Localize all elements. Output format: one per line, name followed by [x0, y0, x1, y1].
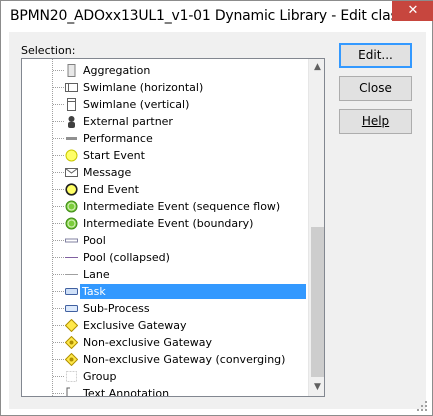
group-icon	[66, 371, 77, 382]
close-window-button[interactable]: ✕	[392, 1, 433, 21]
dialog-window: BPMN20_ADOxx13UL1_v1-01 Dynamic Library …	[0, 0, 433, 416]
pool-collapsed-icon	[65, 257, 78, 258]
tree-connector-branch	[53, 189, 64, 190]
help-button[interactable]: Help	[339, 109, 412, 134]
end-event-icon	[65, 183, 78, 196]
dialog-client-area: Selection: Aggregation Swimlane (horizont…	[9, 32, 426, 409]
tree-connector-branch	[53, 342, 64, 343]
tree-connector-branch	[53, 274, 64, 275]
list-item-label: Exclusive Gateway	[83, 319, 187, 332]
tree-connector-branch	[53, 87, 64, 88]
scrollbar-thumb[interactable]	[311, 227, 324, 377]
list-item-label: Swimlane (vertical)	[83, 98, 190, 111]
text-annotation-icon	[66, 387, 70, 396]
list-item-label: Start Event	[83, 149, 145, 162]
task-icon	[65, 288, 78, 295]
help-button-label: Help	[361, 114, 390, 128]
class-tree-list[interactable]: Aggregation Swimlane (horizontal) Swimlane…	[21, 58, 325, 397]
tree-connector-branch	[53, 359, 64, 360]
list-item[interactable]: Sub-Process	[22, 300, 306, 317]
tree-connector-branch	[53, 138, 64, 139]
tree-connector-branch	[53, 376, 64, 377]
selection-label: Selection:	[21, 44, 76, 57]
sub-process-icon	[65, 305, 78, 312]
tree-connector-branch	[53, 257, 64, 258]
list-item[interactable]: Start Event	[22, 147, 306, 164]
list-item-label: Non-exclusive Gateway	[83, 336, 213, 349]
list-item-label: Message	[83, 166, 132, 179]
list-item[interactable]: Aggregation	[22, 62, 306, 79]
swimlane-vertical-icon	[67, 98, 76, 111]
list-item[interactable]: Pool (collapsed)	[22, 249, 306, 266]
edit-button[interactable]: Edit...	[339, 43, 412, 68]
list-item[interactable]: Task	[22, 283, 306, 300]
list-item[interactable]: Lane	[22, 266, 306, 283]
close-button[interactable]: Close	[339, 76, 412, 101]
lane-icon	[65, 274, 78, 275]
list-item-label: Intermediate Event (boundary)	[83, 217, 254, 230]
tree-connector-branch	[53, 172, 64, 173]
title-bar[interactable]: BPMN20_ADOxx13UL1_v1-01 Dynamic Library …	[1, 1, 433, 32]
list-item-label: Non-exclusive Gateway (converging)	[83, 353, 286, 366]
resize-grip-icon[interactable]	[415, 399, 429, 413]
list-item[interactable]: End Event	[22, 181, 306, 198]
list-item[interactable]: Text Annotation	[22, 385, 306, 397]
list-item[interactable]: Non-exclusive Gateway (converging)	[22, 351, 306, 368]
tree-connector-branch	[53, 393, 64, 394]
performance-icon	[66, 137, 77, 140]
tree-connector-branch	[53, 104, 64, 105]
list-item[interactable]: Swimlane (horizontal)	[22, 79, 306, 96]
list-item-label: External partner	[83, 115, 173, 128]
scroll-up-arrow-icon[interactable]: ▲	[309, 59, 324, 76]
tree-connector-branch	[53, 240, 64, 241]
list-item-label: Performance	[83, 132, 153, 145]
window-title: BPMN20_ADOxx13UL1_v1-01 Dynamic Library …	[10, 8, 392, 24]
start-event-icon	[65, 149, 78, 162]
list-item-label: Pool (collapsed)	[83, 251, 170, 264]
list-item-label: Text Annotation	[83, 387, 170, 397]
message-icon	[65, 168, 78, 177]
tree-connector-branch	[53, 121, 64, 122]
list-item[interactable]: Performance	[22, 130, 306, 147]
intermediate-event-boundary-icon	[65, 217, 78, 230]
non-exclusive-gateway-icon	[65, 336, 78, 349]
tree-connector-branch	[53, 325, 64, 326]
list-item-label: Lane	[83, 268, 110, 281]
list-item-label: Group	[83, 370, 117, 383]
list-item-label: Intermediate Event (sequence flow)	[83, 200, 281, 213]
list-item[interactable]: Message	[22, 164, 306, 181]
vertical-scrollbar[interactable]: ▲ ▼	[308, 59, 324, 396]
list-item-label: Sub-Process	[83, 302, 150, 315]
tree-connector-branch	[53, 155, 64, 156]
list-item-label: Swimlane (horizontal)	[83, 81, 204, 94]
tree-rows: Aggregation Swimlane (horizontal) Swimlane…	[22, 62, 306, 397]
list-item[interactable]: Group	[22, 368, 306, 385]
swimlane-horizontal-icon	[65, 83, 78, 92]
scroll-down-arrow-icon[interactable]: ▼	[309, 379, 324, 396]
list-item[interactable]: External partner	[22, 113, 306, 130]
external-partner-icon	[68, 116, 75, 128]
pool-icon	[65, 238, 78, 243]
list-item-label: Task	[80, 284, 306, 299]
list-item[interactable]: Swimlane (vertical)	[22, 96, 306, 113]
intermediate-event-sequence-icon	[65, 200, 78, 213]
tree-connector-branch	[53, 308, 64, 309]
list-item[interactable]: Intermediate Event (boundary)	[22, 215, 306, 232]
exclusive-gateway-icon	[65, 319, 78, 332]
tree-connector-branch	[53, 70, 64, 71]
non-exclusive-gateway-converging-icon	[65, 353, 78, 366]
tree-connector-branch	[53, 291, 64, 292]
list-item[interactable]: Exclusive Gateway	[22, 317, 306, 334]
list-item-label: End Event	[83, 183, 139, 196]
tree-connector-branch	[53, 223, 64, 224]
list-item-label: Pool	[83, 234, 106, 247]
tree-connector-branch	[53, 206, 64, 207]
aggregation-icon	[67, 64, 76, 77]
list-item[interactable]: Non-exclusive Gateway	[22, 334, 306, 351]
list-item-label: Aggregation	[83, 64, 151, 77]
list-item[interactable]: Pool	[22, 232, 306, 249]
list-item[interactable]: Intermediate Event (sequence flow)	[22, 198, 306, 215]
